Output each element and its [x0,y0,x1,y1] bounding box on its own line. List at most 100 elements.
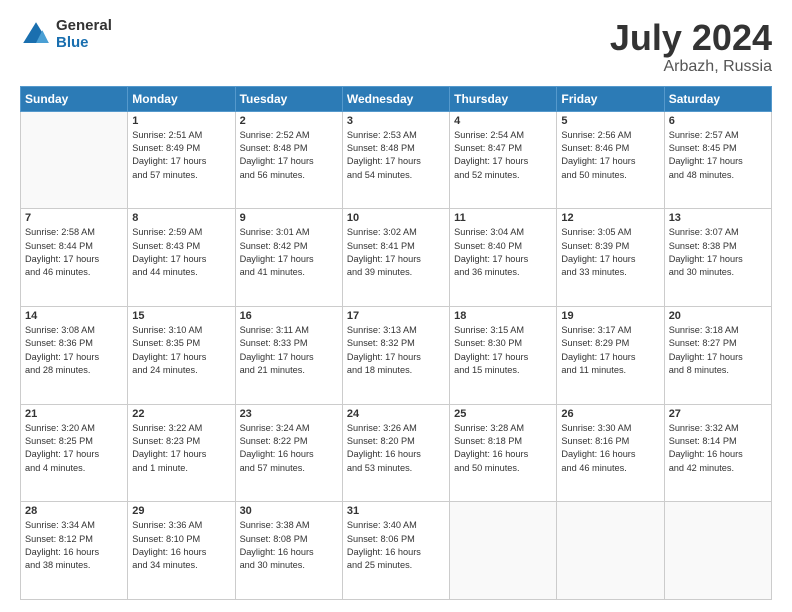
calendar-cell: 19 Sunrise: 3:17 AM Sunset: 8:29 PM Dayli… [557,306,664,404]
day-number: 23 [240,408,338,420]
calendar-cell: 31 Sunrise: 3:40 AM Sunset: 8:06 PM Dayli… [342,502,449,600]
day-number: 25 [454,408,552,420]
day-number: 16 [240,310,338,322]
day-number: 11 [454,212,552,224]
day-info: Sunrise: 3:32 AM Sunset: 8:14 PM Dayligh… [669,422,767,475]
day-info: Sunrise: 3:05 AM Sunset: 8:39 PM Dayligh… [561,226,659,279]
calendar-cell [664,502,771,600]
calendar-cell: 12 Sunrise: 3:05 AM Sunset: 8:39 PM Dayli… [557,209,664,307]
day-number: 12 [561,212,659,224]
day-info: Sunrise: 3:40 AM Sunset: 8:06 PM Dayligh… [347,519,445,572]
day-number: 19 [561,310,659,322]
logo: General Blue [20,18,112,51]
calendar-cell: 18Sunrise: 3:15 AM Sunset: 8:30 PM Dayli… [450,306,557,404]
day-number: 29 [132,505,230,517]
logo-text: General Blue [56,18,112,51]
day-info: Sunrise: 3:24 AM Sunset: 8:22 PM Dayligh… [240,422,338,475]
title-block: July 2024 Arbazh, Russia [610,18,772,76]
day-number: 21 [25,408,123,420]
day-info: Sunrise: 2:56 AM Sunset: 8:46 PM Dayligh… [561,129,659,182]
day-info: Sunrise: 3:20 AM Sunset: 8:25 PM Dayligh… [25,422,123,475]
day-number: 24 [347,408,445,420]
day-info: Sunrise: 3:18 AM Sunset: 8:27 PM Dayligh… [669,324,767,377]
calendar-header-row: Sunday Monday Tuesday Wednesday Thursday… [21,86,772,111]
day-info: Sunrise: 3:15 AM Sunset: 8:30 PM Dayligh… [454,324,552,377]
day-number: 13 [669,212,767,224]
day-info: Sunrise: 3:28 AM Sunset: 8:18 PM Dayligh… [454,422,552,475]
calendar-table: Sunday Monday Tuesday Wednesday Thursday… [20,86,772,600]
calendar-cell: 10Sunrise: 3:02 AM Sunset: 8:41 PM Dayli… [342,209,449,307]
day-info: Sunrise: 2:57 AM Sunset: 8:45 PM Dayligh… [669,129,767,182]
day-info: Sunrise: 3:13 AM Sunset: 8:32 PM Dayligh… [347,324,445,377]
calendar-week-2: 7 Sunrise: 2:58 AM Sunset: 8:44 PM Daylig… [21,209,772,307]
calendar-cell: 26 Sunrise: 3:30 AM Sunset: 8:16 PM Dayli… [557,404,664,502]
col-monday: Monday [128,86,235,111]
col-sunday: Sunday [21,86,128,111]
logo-general: General [56,18,112,35]
calendar-cell [557,502,664,600]
calendar-cell: 23 Sunrise: 3:24 AM Sunset: 8:22 PM Dayli… [235,404,342,502]
calendar-cell: 6 Sunrise: 2:57 AM Sunset: 8:45 PM Daylig… [664,111,771,209]
calendar-cell: 5 Sunrise: 2:56 AM Sunset: 8:46 PM Daylig… [557,111,664,209]
title-location: Arbazh, Russia [610,58,772,76]
header: General Blue July 2024 Arbazh, Russia [20,18,772,76]
day-info: Sunrise: 3:11 AM Sunset: 8:33 PM Dayligh… [240,324,338,377]
calendar-week-4: 21 Sunrise: 3:20 AM Sunset: 8:25 PM Dayli… [21,404,772,502]
calendar-cell: 24Sunrise: 3:26 AM Sunset: 8:20 PM Dayli… [342,404,449,502]
calendar-cell: 28Sunrise: 3:34 AM Sunset: 8:12 PM Dayli… [21,502,128,600]
day-info: Sunrise: 2:59 AM Sunset: 8:43 PM Dayligh… [132,226,230,279]
logo-icon [20,19,52,51]
calendar-cell: 7 Sunrise: 2:58 AM Sunset: 8:44 PM Daylig… [21,209,128,307]
day-number: 9 [240,212,338,224]
col-thursday: Thursday [450,86,557,111]
day-info: Sunrise: 3:01 AM Sunset: 8:42 PM Dayligh… [240,226,338,279]
day-number: 8 [132,212,230,224]
calendar-cell: 22Sunrise: 3:22 AM Sunset: 8:23 PM Dayli… [128,404,235,502]
calendar-cell: 29 Sunrise: 3:36 AM Sunset: 8:10 PM Dayli… [128,502,235,600]
day-info: Sunrise: 3:08 AM Sunset: 8:36 PM Dayligh… [25,324,123,377]
calendar-week-1: 1 Sunrise: 2:51 AM Sunset: 8:49 PM Daylig… [21,111,772,209]
calendar-cell [450,502,557,600]
day-info: Sunrise: 3:17 AM Sunset: 8:29 PM Dayligh… [561,324,659,377]
title-month: July 2024 [610,18,772,58]
day-info: Sunrise: 3:30 AM Sunset: 8:16 PM Dayligh… [561,422,659,475]
day-number: 17 [347,310,445,322]
page: General Blue July 2024 Arbazh, Russia Su… [0,0,792,612]
day-info: Sunrise: 2:53 AM Sunset: 8:48 PM Dayligh… [347,129,445,182]
day-number: 2 [240,115,338,127]
calendar-cell: 1 Sunrise: 2:51 AM Sunset: 8:49 PM Daylig… [128,111,235,209]
day-number: 5 [561,115,659,127]
calendar-cell: 2Sunrise: 2:52 AM Sunset: 8:48 PM Daylig… [235,111,342,209]
day-info: Sunrise: 3:38 AM Sunset: 8:08 PM Dayligh… [240,519,338,572]
day-info: Sunrise: 2:51 AM Sunset: 8:49 PM Dayligh… [132,129,230,182]
day-info: Sunrise: 2:54 AM Sunset: 8:47 PM Dayligh… [454,129,552,182]
col-wednesday: Wednesday [342,86,449,111]
day-info: Sunrise: 3:02 AM Sunset: 8:41 PM Dayligh… [347,226,445,279]
day-number: 28 [25,505,123,517]
day-info: Sunrise: 3:07 AM Sunset: 8:38 PM Dayligh… [669,226,767,279]
day-info: Sunrise: 3:22 AM Sunset: 8:23 PM Dayligh… [132,422,230,475]
day-info: Sunrise: 3:36 AM Sunset: 8:10 PM Dayligh… [132,519,230,572]
day-number: 7 [25,212,123,224]
calendar-cell: 30Sunrise: 3:38 AM Sunset: 8:08 PM Dayli… [235,502,342,600]
day-info: Sunrise: 3:04 AM Sunset: 8:40 PM Dayligh… [454,226,552,279]
day-number: 14 [25,310,123,322]
calendar-cell: 14 Sunrise: 3:08 AM Sunset: 8:36 PM Dayli… [21,306,128,404]
calendar-cell: 3Sunrise: 2:53 AM Sunset: 8:48 PM Daylig… [342,111,449,209]
day-number: 6 [669,115,767,127]
day-number: 15 [132,310,230,322]
logo-blue: Blue [56,35,112,52]
day-number: 20 [669,310,767,322]
day-number: 1 [132,115,230,127]
calendar-cell: 9 Sunrise: 3:01 AM Sunset: 8:42 PM Daylig… [235,209,342,307]
calendar-cell: 16 Sunrise: 3:11 AM Sunset: 8:33 PM Dayli… [235,306,342,404]
day-info: Sunrise: 2:58 AM Sunset: 8:44 PM Dayligh… [25,226,123,279]
day-number: 31 [347,505,445,517]
calendar-week-3: 14 Sunrise: 3:08 AM Sunset: 8:36 PM Dayli… [21,306,772,404]
day-number: 26 [561,408,659,420]
calendar-cell: 27Sunrise: 3:32 AM Sunset: 8:14 PM Dayli… [664,404,771,502]
col-saturday: Saturday [664,86,771,111]
calendar-cell: 25 Sunrise: 3:28 AM Sunset: 8:18 PM Dayli… [450,404,557,502]
calendar-cell: 8 Sunrise: 2:59 AM Sunset: 8:43 PM Daylig… [128,209,235,307]
day-info: Sunrise: 3:10 AM Sunset: 8:35 PM Dayligh… [132,324,230,377]
